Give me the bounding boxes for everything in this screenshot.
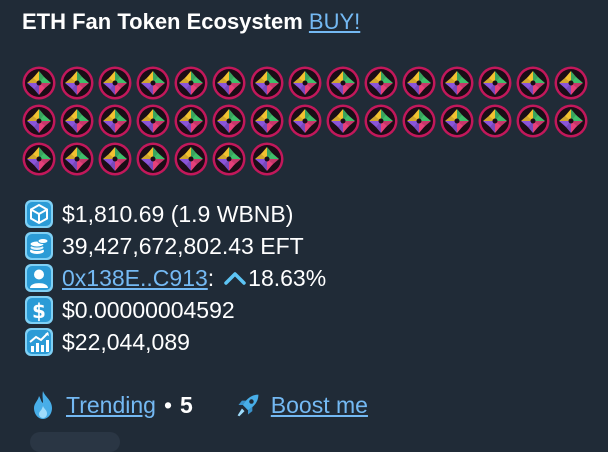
eft-token-icon	[22, 142, 56, 176]
eft-token-icon	[174, 104, 208, 138]
eft-token-icon	[98, 104, 132, 138]
eft-token-icon	[60, 66, 94, 100]
eft-token-icon	[288, 66, 322, 100]
eft-token-icon	[22, 66, 56, 100]
volume-value: $22,044,089	[62, 328, 190, 355]
coins-icon	[25, 232, 53, 260]
buy-link[interactable]: BUY!	[309, 9, 360, 34]
eft-token-icon	[402, 104, 436, 138]
token-title: ETH Fan Token Ecosystem	[22, 9, 303, 34]
eft-token-icon	[326, 104, 360, 138]
stats-block: $1,810.69 (1.9 WBNB) 39,427,672,802.43 E…	[24, 198, 326, 358]
eft-token-icon	[364, 104, 398, 138]
eft-token-icon	[250, 104, 284, 138]
footer-actions: Trending • 5 Boost me	[30, 390, 368, 420]
eft-token-icon	[402, 66, 436, 100]
user-icon	[25, 264, 53, 292]
buyer-row: 0x138E..C913 : 18.63%	[24, 262, 326, 294]
buyer-address-link[interactable]: 0x138E..C913	[62, 265, 208, 292]
eft-token-icon	[554, 104, 588, 138]
trending-separator: •	[163, 391, 172, 418]
market-cap-value: $1,810.69 (1.9 WBNB)	[62, 200, 294, 227]
eft-token-icon	[98, 66, 132, 100]
eft-token-icon	[288, 104, 322, 138]
svg-text:$: $	[32, 299, 46, 323]
eft-token-icon	[60, 142, 94, 176]
dollar-icon: $	[25, 296, 53, 324]
eft-token-icon	[478, 104, 512, 138]
market-cap-row: $1,810.69 (1.9 WBNB)	[24, 198, 326, 230]
eft-token-icon	[212, 142, 246, 176]
eft-token-icon	[478, 66, 512, 100]
chart-up-icon	[25, 328, 53, 356]
buyer-colon: :	[207, 264, 215, 291]
eft-token-icon	[250, 142, 284, 176]
eft-token-icon	[212, 104, 246, 138]
eft-token-icon	[98, 142, 132, 176]
price-row: $ $0.00000004592	[24, 294, 326, 326]
token-icon-grid	[22, 66, 592, 176]
eft-token-icon	[326, 66, 360, 100]
eft-token-icon	[136, 142, 170, 176]
boost-group: Boost me	[235, 390, 368, 420]
eft-token-icon	[22, 104, 56, 138]
eft-token-icon	[440, 66, 474, 100]
eft-token-icon	[174, 142, 208, 176]
rocket-icon	[237, 394, 259, 417]
trending-rank: 5	[180, 391, 193, 418]
eft-token-icon	[212, 66, 246, 100]
boost-me-link[interactable]: Boost me	[271, 392, 368, 419]
eft-token-icon	[554, 66, 588, 100]
trending-link[interactable]: Trending	[66, 392, 156, 419]
eft-token-icon	[516, 66, 550, 100]
eft-token-icon	[250, 66, 284, 100]
eft-token-icon	[136, 66, 170, 100]
fire-icon	[34, 391, 52, 419]
eft-token-icon	[440, 104, 474, 138]
eft-token-icon	[516, 104, 550, 138]
eft-token-icon	[364, 66, 398, 100]
next-message-bubble	[30, 432, 120, 452]
change-value: 18.63%	[248, 264, 327, 291]
volume-row: $22,044,089	[24, 326, 326, 358]
eft-token-icon	[136, 104, 170, 138]
eft-token-icon	[60, 104, 94, 138]
supply-value: 39,427,672,802.43 EFT	[62, 232, 304, 259]
supply-row: 39,427,672,802.43 EFT	[24, 230, 326, 262]
caret-up-icon	[224, 264, 246, 292]
price-value: $0.00000004592	[62, 296, 235, 323]
message-header: ETH Fan Token Ecosystem BUY!	[22, 8, 360, 36]
box-cube-icon	[25, 200, 53, 228]
eft-token-icon	[174, 66, 208, 100]
